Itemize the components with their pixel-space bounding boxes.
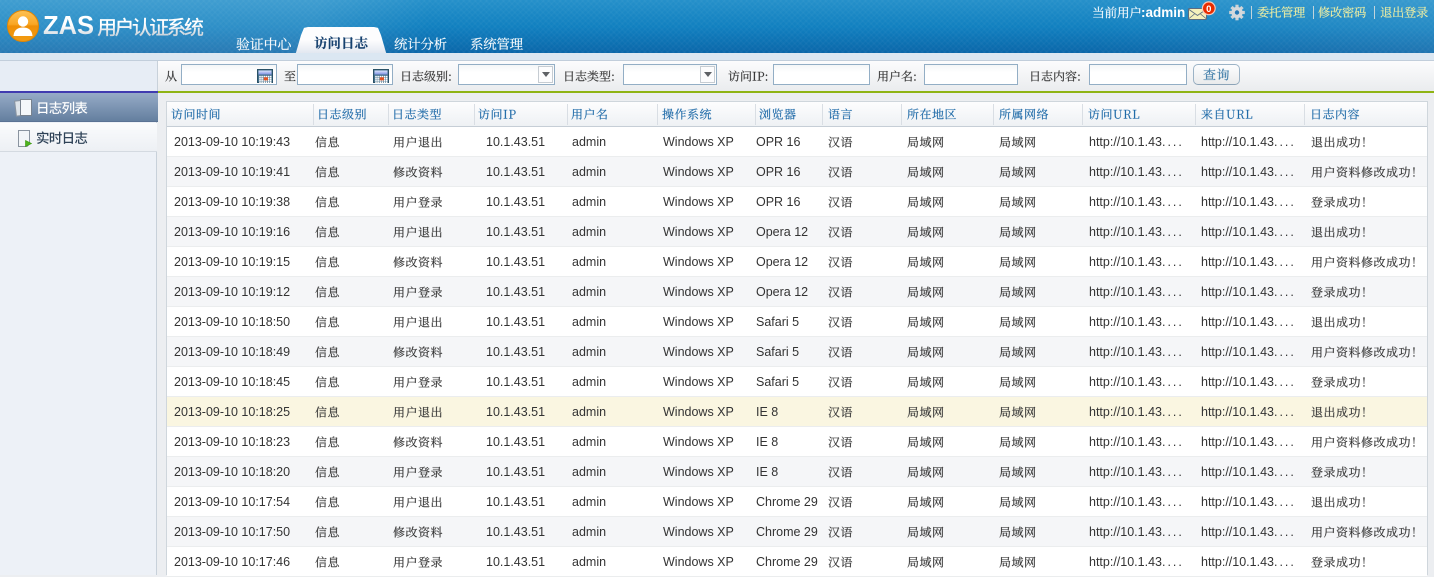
svg-text:0: 0 [1206, 4, 1211, 15]
